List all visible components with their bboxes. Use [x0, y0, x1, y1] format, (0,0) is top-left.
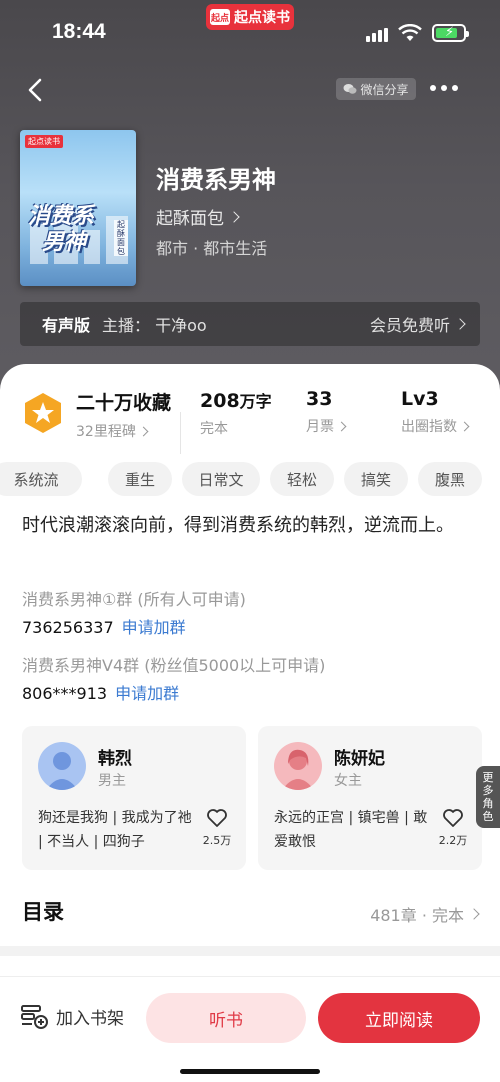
character-desc: 狗还是我狗 | 我成为了祂 | 不当人 | 四狗子 — [38, 810, 192, 850]
signal-icon — [366, 28, 388, 42]
add-bookshelf-icon — [21, 1005, 48, 1029]
like-button[interactable]: 2.5万 — [202, 808, 232, 848]
book-detail-sheet: 二十万收藏 32里程碑 208万字 完本 33 月票 Lv3 出圈指数 系统流 … — [0, 364, 500, 1082]
tag-chip[interactable]: 轻松 — [270, 462, 334, 496]
character-role: 女主 — [334, 773, 362, 789]
add-to-shelf-label: 加入书架 — [56, 1008, 124, 1029]
like-button[interactable]: 2.2万 — [438, 808, 468, 848]
book-title: 消费系男神 — [156, 166, 276, 194]
toc-info[interactable]: 481章 · 完本 — [370, 902, 480, 926]
fan-group-id: 736256337 申请加群 — [22, 618, 186, 637]
tag-chip[interactable]: 搞笑 — [344, 462, 408, 496]
status-time: 18:44 — [52, 20, 106, 43]
fan-group-id: 806***913 申请加群 — [22, 684, 180, 703]
add-to-shelf-button[interactable]: 加入书架 — [20, 1003, 124, 1029]
fan-group-name: 消费系男神V4群 (粉丝值5000以上可申请) — [22, 656, 326, 675]
chevron-right-icon — [336, 421, 347, 431]
character-card[interactable]: 韩烈 男主 狗还是我狗 | 我成为了祂 | 不当人 | 四狗子 2.5万 — [22, 726, 246, 870]
character-name: 韩烈 — [98, 749, 132, 769]
cover-subtitle: 起酥面包 — [114, 220, 128, 256]
section-divider — [0, 946, 500, 956]
listen-button[interactable]: 听书 — [146, 993, 306, 1043]
book-header: 18:44 起点 起点读书 ⚡ 微信分享 起点读书 消费系 男神 起酥面包 消费… — [0, 0, 500, 420]
join-group-link[interactable]: 申请加群 — [115, 684, 179, 703]
tag-list: 系统流 重生 日常文 轻松 搞笑 腹黑 — [0, 462, 500, 498]
male-avatar-icon — [38, 742, 86, 790]
audiobook-anchor: 主播： 干净oo — [102, 316, 207, 335]
author-name: 起酥面包 — [156, 209, 224, 229]
stat-level[interactable]: Lv3 出圈指数 — [401, 388, 470, 436]
app-logo: 起点 — [210, 9, 230, 25]
like-count: 2.5万 — [202, 834, 232, 847]
chevron-right-icon — [459, 421, 470, 431]
stats-row: 二十万收藏 32里程碑 208万字 完本 33 月票 Lv3 出圈指数 — [0, 384, 500, 454]
divider — [180, 412, 181, 454]
bottom-action-bar: 加入书架 听书 立即阅读 — [0, 976, 500, 1082]
more-roles-tab[interactable]: 更多角色 — [476, 766, 500, 828]
author-link[interactable]: 起酥面包 — [156, 204, 240, 229]
synopsis[interactable]: 时代浪潮滚滚向前，得到消费系统的韩烈，逆流而上。 — [22, 512, 482, 540]
book-cover[interactable]: 起点读书 消费系 男神 起酥面包 — [20, 130, 136, 286]
chevron-right-icon — [138, 426, 149, 436]
join-group-link[interactable]: 申请加群 — [122, 618, 186, 637]
more-options-icon[interactable] — [430, 80, 458, 96]
home-indicator — [180, 1069, 320, 1074]
app-name: 起点读书 — [234, 10, 290, 26]
stat-collect[interactable]: 二十万收藏 32里程碑 — [76, 388, 171, 441]
character-role: 男主 — [98, 773, 126, 789]
share-label: 微信分享 — [360, 82, 409, 97]
star-badge-icon — [25, 393, 61, 433]
wechat-share-button[interactable]: 微信分享 — [336, 78, 416, 100]
fan-group-name: 消费系男神①群 (所有人可申请) — [22, 590, 246, 609]
tag-chip[interactable]: 系统流 — [0, 462, 82, 496]
tag-chip[interactable]: 腹黑 — [418, 462, 482, 496]
character-card[interactable]: 陈妍妃 女主 永远的正宫 | 镇宅兽 | 敢爱敢恨 2.2万 — [258, 726, 482, 870]
stat-words: 208万字 完本 — [200, 390, 272, 437]
chevron-right-icon — [228, 210, 240, 223]
character-name: 陈妍妃 — [334, 749, 385, 769]
chevron-right-icon — [454, 318, 466, 330]
toc-title[interactable]: 目录 — [22, 896, 64, 926]
audiobook-tag: 有声版 — [42, 316, 91, 335]
back-icon[interactable] — [22, 76, 50, 104]
cover-logo: 起点读书 — [25, 135, 63, 148]
battery-icon: ⚡ — [432, 24, 469, 42]
book-genre: 都市 · 都市生活 — [156, 239, 268, 258]
member-free-listen: 会员免费听 — [370, 312, 466, 336]
heart-icon — [207, 809, 227, 827]
wechat-icon — [343, 84, 357, 94]
app-badge: 起点 起点读书 — [206, 4, 294, 30]
cover-title: 消费系 男神 — [28, 204, 95, 255]
heart-icon — [443, 809, 463, 827]
audiobook-bar[interactable]: 有声版 主播： 干净oo 会员免费听 — [20, 302, 480, 346]
read-now-button[interactable]: 立即阅读 — [318, 993, 480, 1043]
tag-chip[interactable]: 重生 — [108, 462, 172, 496]
tag-chip[interactable]: 日常文 — [182, 462, 260, 496]
female-avatar-icon — [274, 742, 322, 790]
like-count: 2.2万 — [438, 834, 468, 847]
stat-monthly-tickets[interactable]: 33 月票 — [306, 388, 347, 436]
character-desc: 永远的正宫 | 镇宅兽 | 敢爱敢恨 — [274, 810, 428, 850]
wifi-icon — [398, 24, 422, 41]
chevron-right-icon — [468, 908, 480, 920]
